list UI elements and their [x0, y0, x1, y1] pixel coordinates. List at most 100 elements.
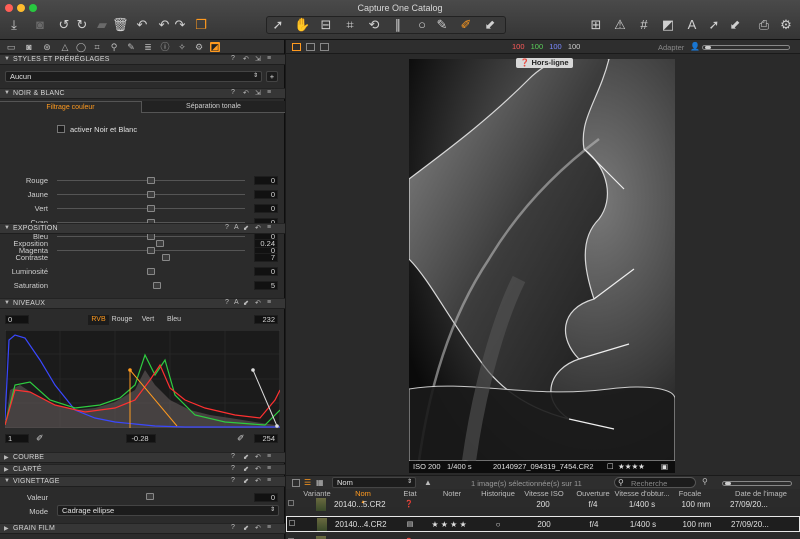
text-icon[interactable]: A	[684, 17, 700, 33]
picker-icon[interactable]: ⬋	[243, 299, 249, 307]
bw-section-header[interactable]: ▼ NOIR & BLANC ? ↶ ⇲ ≡	[0, 88, 285, 99]
exposure-slider-knob[interactable]	[147, 268, 155, 275]
bw-slider-knob[interactable]	[147, 191, 155, 198]
adjust-tab-icon[interactable]: ◩	[210, 42, 220, 52]
crop-tool-icon[interactable]: ⌗	[342, 17, 358, 33]
print-icon[interactable]: ⎙	[756, 17, 772, 33]
row-rating[interactable]: ★ ★ ★ ★	[429, 521, 469, 529]
collapse-triangle-icon[interactable]: ▼	[4, 478, 10, 484]
exposure-slider-value[interactable]: 7	[254, 253, 278, 262]
warning-icon[interactable]: ⚠	[612, 17, 628, 33]
pointer-tool-icon[interactable]: ➚	[270, 17, 286, 33]
help-icon[interactable]: ?	[231, 524, 235, 531]
exposure-slider-value[interactable]: 0	[254, 267, 278, 276]
expand-triangle-icon[interactable]: ▶	[4, 525, 9, 532]
trash-icon[interactable]: 🗑	[112, 17, 129, 33]
styles-dropdown[interactable]: Aucun ⇕	[5, 71, 262, 82]
undo-alt-icon[interactable]: ↶	[156, 17, 172, 33]
picker-icon[interactable]: ⬋	[243, 524, 249, 532]
levels-input-low[interactable]: 0	[5, 315, 29, 324]
table-row[interactable]: 20140...3.CR2❓200f/41/320 s100 mm27/09/2…	[286, 535, 800, 539]
menu-icon[interactable]: ≡	[267, 224, 271, 231]
bw-slider-knob[interactable]	[147, 233, 155, 240]
levels-tab-bleu[interactable]: Bleu	[161, 315, 187, 325]
sort-dropdown[interactable]: Nom ⇕	[332, 477, 416, 488]
thumbnail-size-slider[interactable]	[722, 481, 792, 486]
rotate-tool-icon[interactable]: ⟲	[366, 17, 382, 33]
help-icon[interactable]: ?	[231, 89, 235, 96]
bw-slider-value[interactable]: 0	[254, 204, 278, 213]
undo-icon[interactable]: ↶	[134, 17, 150, 33]
help-icon[interactable]: ?	[231, 453, 235, 460]
expand-triangle-icon[interactable]: ▶	[4, 466, 9, 473]
vignette-mode-dropdown[interactable]: Cadrage ellipse ⇕	[57, 505, 279, 516]
list-view-icon[interactable]: ☰	[304, 478, 311, 487]
redo-icon[interactable]: ↷	[172, 17, 188, 33]
exposure-slider-knob[interactable]	[153, 282, 161, 289]
color-tab-icon[interactable]: ⊛	[42, 42, 52, 52]
collapse-triangle-icon[interactable]: ▼	[4, 225, 10, 231]
library-icon[interactable]: ▭	[6, 42, 16, 52]
table-row[interactable]: 20140...4.CR2 ▤ ★ ★ ★ ★ ○ 200 f/4 1/400 s 100 m…	[286, 516, 800, 532]
levels-histogram[interactable]	[5, 330, 280, 428]
bw-slider-value[interactable]: 0	[254, 176, 278, 185]
menu-icon[interactable]: ≡	[267, 55, 271, 62]
picker-icon[interactable]: ⬋	[243, 453, 249, 461]
settings-icon[interactable]: ⚙	[778, 17, 794, 33]
row-thumbnail[interactable]	[316, 498, 326, 511]
help-icon[interactable]: ?	[225, 299, 229, 306]
help-icon[interactable]: ?	[225, 224, 229, 231]
brush-tool-icon[interactable]: ✎	[434, 17, 450, 33]
camera-icon[interactable]: ◙	[32, 17, 48, 33]
link-icon[interactable]: ⬋	[727, 17, 743, 33]
import-icon[interactable]: ⤓	[6, 17, 22, 33]
reset-icon[interactable]: ↶	[243, 89, 249, 97]
bw-slider-knob[interactable]	[147, 177, 155, 184]
crop-tab-icon[interactable]: ⌗	[92, 42, 102, 52]
color-balance-icon[interactable]: △	[60, 42, 70, 52]
reset-icon[interactable]: ↶	[255, 299, 261, 307]
caption-rating[interactable]: ★★★★	[618, 461, 645, 473]
compare-view-icon[interactable]	[320, 43, 329, 51]
levels-input-high[interactable]: 232	[254, 315, 278, 324]
tab-color-filter[interactable]: Filtrage couleur	[0, 101, 142, 113]
circle-tool-icon[interactable]: ○	[414, 17, 430, 33]
single-view-icon[interactable]	[306, 43, 315, 51]
main-photo[interactable]	[409, 59, 675, 461]
copy-icon[interactable]: ⇲	[255, 89, 261, 97]
arrow-icon[interactable]: ➚	[706, 17, 722, 33]
menu-icon[interactable]: ≡	[267, 89, 271, 96]
levels-output-high[interactable]: 254	[254, 434, 278, 443]
expand-triangle-icon[interactable]: ▶	[4, 454, 9, 461]
picker-icon[interactable]: ⬋	[243, 224, 249, 232]
pipette-icon[interactable]: ⬋	[482, 17, 498, 33]
photo-viewer[interactable]: ❓ Hors-ligne ISO 200 1/400 s 20140927_09…	[286, 55, 800, 475]
copy-icon[interactable]: ⇲	[255, 55, 261, 63]
help-icon[interactable]: ?	[231, 465, 235, 472]
collapse-triangle-icon[interactable]: ▼	[4, 300, 10, 306]
zoom-slider[interactable]	[702, 45, 790, 50]
picker-icon[interactable]: ⬋	[243, 465, 249, 473]
exposure-slider-value[interactable]: 0.24	[254, 239, 278, 248]
grid-view-icon[interactable]: ⊞	[588, 17, 604, 33]
picker-icon[interactable]: ⬋	[243, 477, 249, 485]
lens-icon[interactable]: ◯	[76, 42, 86, 52]
tab-split-toning[interactable]: Séparation tonale	[142, 101, 285, 113]
vignette-value[interactable]: 0	[254, 493, 278, 502]
reset-icon[interactable]: ↶	[255, 524, 261, 532]
exposure-slider-knob[interactable]	[162, 254, 170, 261]
menu-icon[interactable]: ≡	[267, 477, 271, 484]
rotate-right-icon[interactable]: ↻	[74, 17, 90, 33]
help-icon[interactable]: ?	[231, 477, 235, 484]
folder-icon[interactable]: ▰	[94, 17, 110, 33]
black-point-picker-icon[interactable]: ✐	[36, 433, 44, 444]
reset-icon[interactable]: ↶	[255, 453, 261, 461]
auto-icon[interactable]: A	[234, 224, 239, 231]
row-thumbnail[interactable]	[317, 518, 327, 531]
caption-color-tag-icon[interactable]: ▣	[661, 461, 668, 473]
multi-view-icon[interactable]	[292, 43, 301, 51]
menu-icon[interactable]: ≡	[267, 299, 271, 306]
levels-midtone[interactable]: -0.28	[126, 434, 156, 443]
fit-label[interactable]: Adapter	[658, 43, 684, 52]
filmstrip-view-icon[interactable]: ▦	[316, 478, 324, 487]
